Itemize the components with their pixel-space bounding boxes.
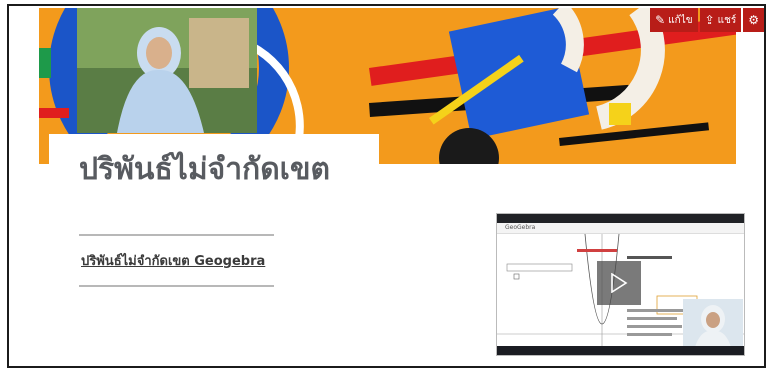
divider-bottom <box>79 285 274 287</box>
video-app-name: GeoGebra <box>505 224 536 231</box>
presenter-image <box>683 299 743 347</box>
pencil-icon: ✎ <box>655 13 666 27</box>
divider-top <box>79 234 274 236</box>
share-button-label: แชร์ <box>717 14 737 26</box>
edit-button-label: แก้ไข <box>668 14 693 26</box>
share-icon: ⇪ <box>704 13 715 27</box>
link-section: ปริพันธ์ไม่จำกัดเขต Geogebra <box>79 234 274 287</box>
page-toolbar: ✎ แก้ไข ⇪ แชร์ ⚙ <box>650 6 764 34</box>
share-button[interactable]: ⇪ แชร์ <box>699 8 742 32</box>
video-taskbar <box>497 346 744 355</box>
presenter-webcam <box>683 299 743 347</box>
embedded-video[interactable]: GeoGebra <box>496 213 745 356</box>
settings-button[interactable]: ⚙ <box>743 8 764 32</box>
play-button[interactable] <box>597 261 641 305</box>
video-window-titlebar <box>497 214 744 223</box>
page-frame: ✎ แก้ไข ⇪ แชร์ ⚙ ปริพันธ์ไม่จำกัดเขต ปริ… <box>7 4 766 368</box>
play-icon <box>611 273 628 293</box>
video-app-bar: GeoGebra <box>497 223 744 234</box>
settings-icon: ⚙ <box>748 13 759 27</box>
page-title: ปริพันธ์ไม่จำกัดเขต <box>79 152 330 187</box>
geogebra-link[interactable]: ปริพันธ์ไม่จำกัดเขต Geogebra <box>81 250 272 271</box>
edit-button[interactable]: ✎ แก้ไข <box>650 8 698 32</box>
